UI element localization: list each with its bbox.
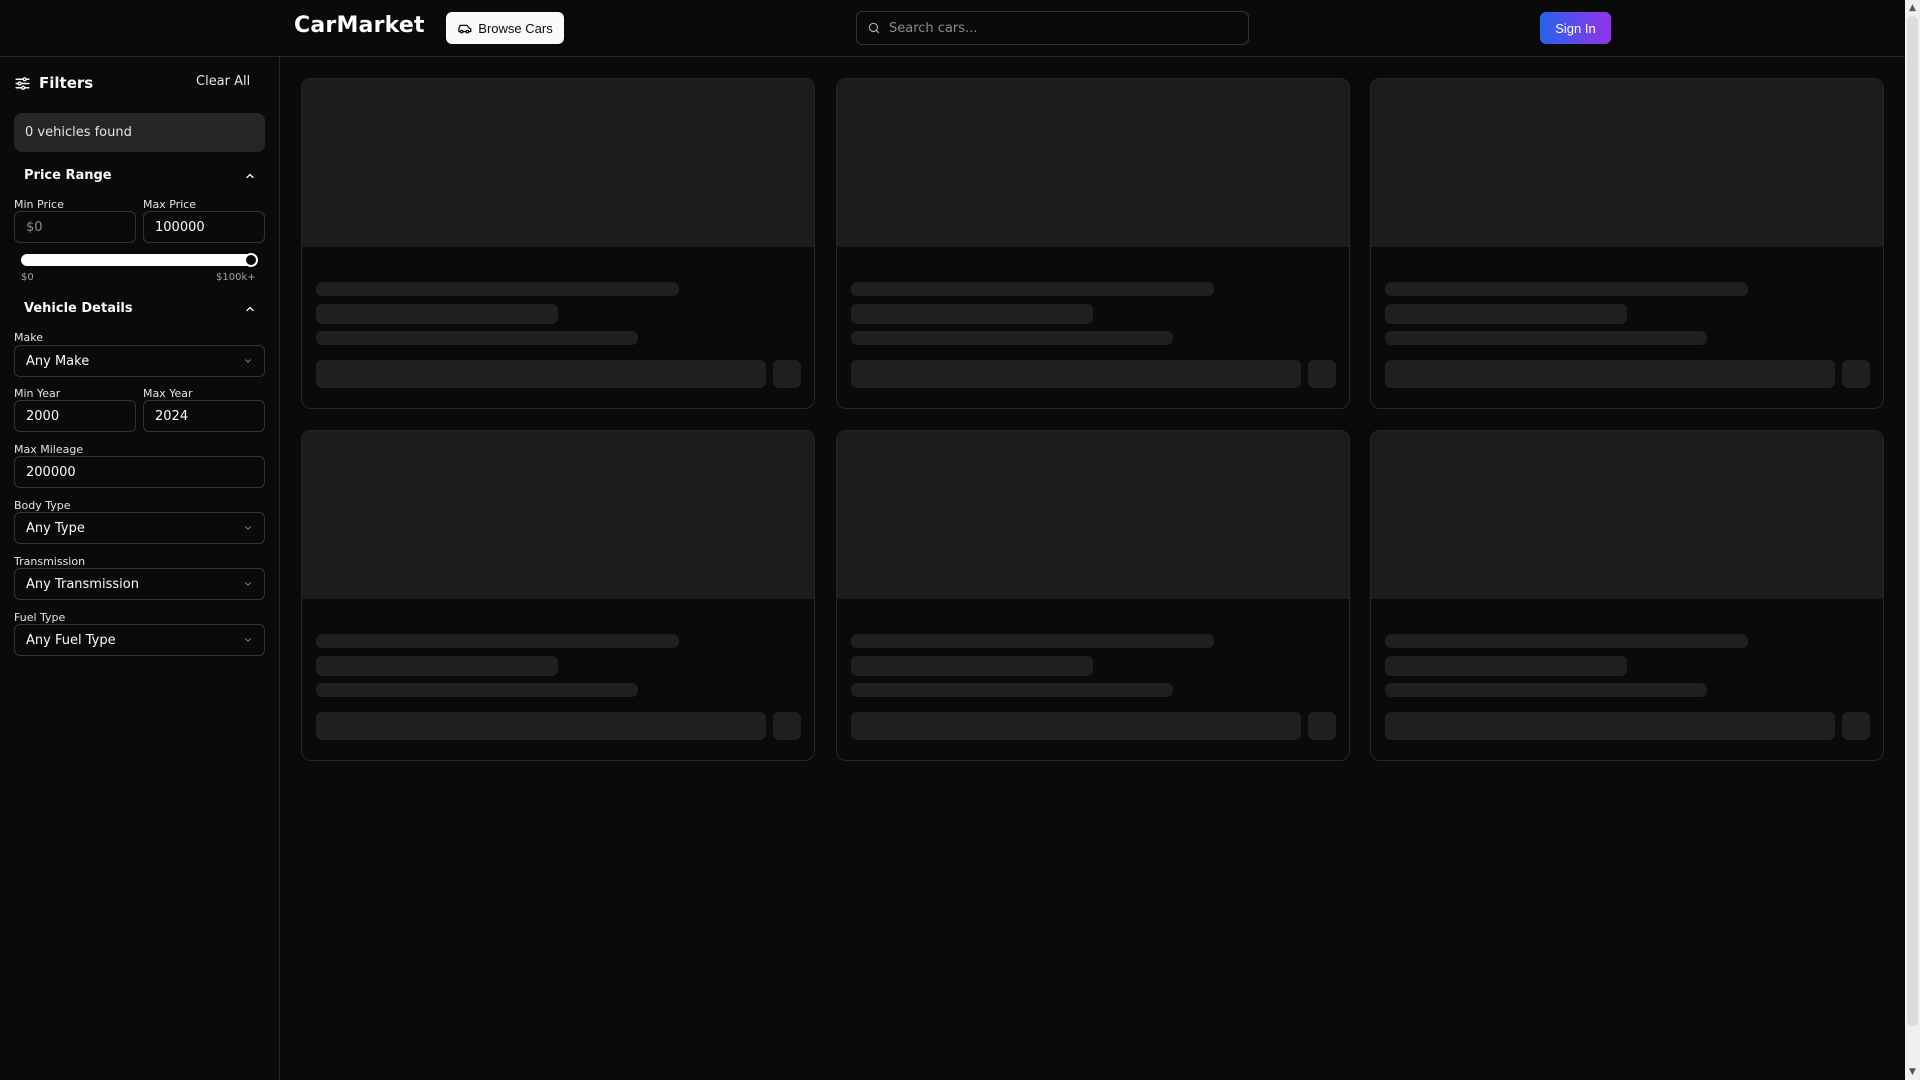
min-year-input[interactable]: 2000: [14, 400, 136, 432]
skeleton-line: [851, 282, 1214, 296]
transmission-select[interactable]: Any Transmission: [14, 568, 265, 600]
skeleton-line: [851, 656, 1093, 676]
make-label: Make: [14, 331, 43, 344]
listing-card-skeleton: [301, 78, 815, 409]
skeleton-line: [316, 656, 558, 676]
price-range-max: $100k+: [216, 272, 256, 283]
search-icon: [868, 22, 880, 34]
top-header: CarMarket Browse Cars Sign In: [0, 0, 1905, 57]
transmission-select-value: Any Transmission: [26, 576, 139, 592]
price-range-heading: Price Range: [24, 168, 112, 183]
skeleton-line: [316, 282, 679, 296]
skeleton-button: [316, 360, 766, 388]
skeleton-button: [851, 712, 1301, 740]
skeleton-line: [1385, 282, 1748, 296]
skeleton-icon-button: [773, 360, 801, 388]
scrollbar-thumb[interactable]: [1907, 16, 1918, 1026]
chevron-down-icon: [245, 526, 251, 530]
browse-cars-label: Browse Cars: [478, 20, 553, 36]
skeleton-line: [1385, 656, 1627, 676]
skeleton-button: [851, 360, 1301, 388]
body-type-label: Body Type: [14, 499, 71, 512]
min-year-label: Min Year: [14, 387, 61, 400]
make-select[interactable]: Any Make: [14, 345, 265, 377]
skeleton-image: [1371, 431, 1883, 599]
car-icon: [458, 24, 472, 33]
body-type-select-value: Any Type: [26, 520, 85, 536]
skeleton-icon-button: [1842, 712, 1870, 740]
sliders-icon: [15, 76, 30, 90]
min-price-input[interactable]: $0: [14, 211, 136, 243]
transmission-label: Transmission: [14, 555, 86, 568]
chevron-down-icon: [245, 359, 251, 363]
fuel-type-select[interactable]: Any Fuel Type: [14, 624, 265, 656]
max-price-label: Max Price: [143, 198, 197, 211]
skeleton-button: [1385, 712, 1835, 740]
chevron-up-icon: [246, 306, 254, 311]
skeleton-line: [851, 331, 1173, 345]
clear-all-button[interactable]: Clear All: [196, 74, 250, 89]
make-select-value: Any Make: [26, 353, 90, 369]
filters-title: Filters: [39, 74, 94, 92]
max-year-input[interactable]: 2024: [143, 400, 265, 432]
sign-in-button[interactable]: Sign In: [1540, 12, 1611, 44]
skeleton-line: [1385, 634, 1748, 648]
skeleton-line: [316, 634, 679, 648]
vehicle-details-heading: Vehicle Details: [24, 301, 133, 316]
skeleton-icon-button: [1308, 712, 1336, 740]
skeleton-line: [851, 304, 1093, 324]
listing-card-skeleton: [836, 430, 1350, 761]
skeleton-icon-button: [1842, 360, 1870, 388]
price-slider-track[interactable]: [21, 254, 257, 266]
fuel-type-select-value: Any Fuel Type: [26, 632, 116, 648]
skeleton-line: [1385, 683, 1707, 697]
skeleton-image: [302, 431, 814, 599]
skeleton-line: [1385, 331, 1707, 345]
listing-card-skeleton: [301, 430, 815, 761]
search-box[interactable]: [856, 11, 1249, 45]
fuel-type-label: Fuel Type: [14, 611, 66, 624]
skeleton-button: [316, 712, 766, 740]
skeleton-line: [851, 634, 1214, 648]
skeleton-line: [851, 683, 1173, 697]
scroll-up-icon[interactable]: ▲: [1905, 0, 1920, 16]
skeleton-image: [302, 79, 814, 247]
skeleton-image: [837, 431, 1349, 599]
min-price-label: Min Price: [14, 198, 64, 211]
skeleton-icon-button: [1308, 360, 1336, 388]
skeleton-line: [316, 304, 558, 324]
scroll-down-icon[interactable]: ▼: [1905, 1064, 1920, 1080]
body-type-select[interactable]: Any Type: [14, 512, 265, 544]
skeleton-icon-button: [773, 712, 801, 740]
listing-card-skeleton: [1370, 78, 1884, 409]
max-price-input[interactable]: 100000: [143, 211, 265, 243]
filters-heading: Filters: [14, 74, 93, 92]
skeleton-line: [1385, 304, 1627, 324]
skeleton-line: [316, 331, 638, 345]
chevron-down-icon: [245, 638, 251, 642]
page-scrollbar[interactable]: ▲ ▼: [1905, 0, 1920, 1080]
price-slider-handle[interactable]: [244, 253, 258, 267]
results-count: 0 vehicles found: [14, 113, 265, 152]
chevron-up-icon: [246, 173, 254, 178]
listing-card-skeleton: [1370, 430, 1884, 761]
chevron-down-icon: [245, 582, 251, 586]
site-logo[interactable]: CarMarket: [294, 13, 425, 38]
listing-card-skeleton: [836, 78, 1350, 409]
price-range-header[interactable]: Price Range: [24, 168, 256, 183]
max-mileage-label: Max Mileage: [14, 443, 84, 456]
search-input[interactable]: [889, 20, 1229, 36]
max-mileage-input[interactable]: 200000: [14, 456, 265, 488]
filters-sidebar: Filters Clear All 0 vehicles found Price…: [0, 57, 280, 1080]
price-range-min: $0: [21, 272, 34, 283]
skeleton-image: [1371, 79, 1883, 247]
skeleton-line: [316, 683, 638, 697]
max-year-label: Max Year: [143, 387, 193, 400]
vehicle-details-header[interactable]: Vehicle Details: [24, 301, 256, 316]
browse-cars-button[interactable]: Browse Cars: [446, 12, 564, 44]
skeleton-button: [1385, 360, 1835, 388]
skeleton-image: [837, 79, 1349, 247]
